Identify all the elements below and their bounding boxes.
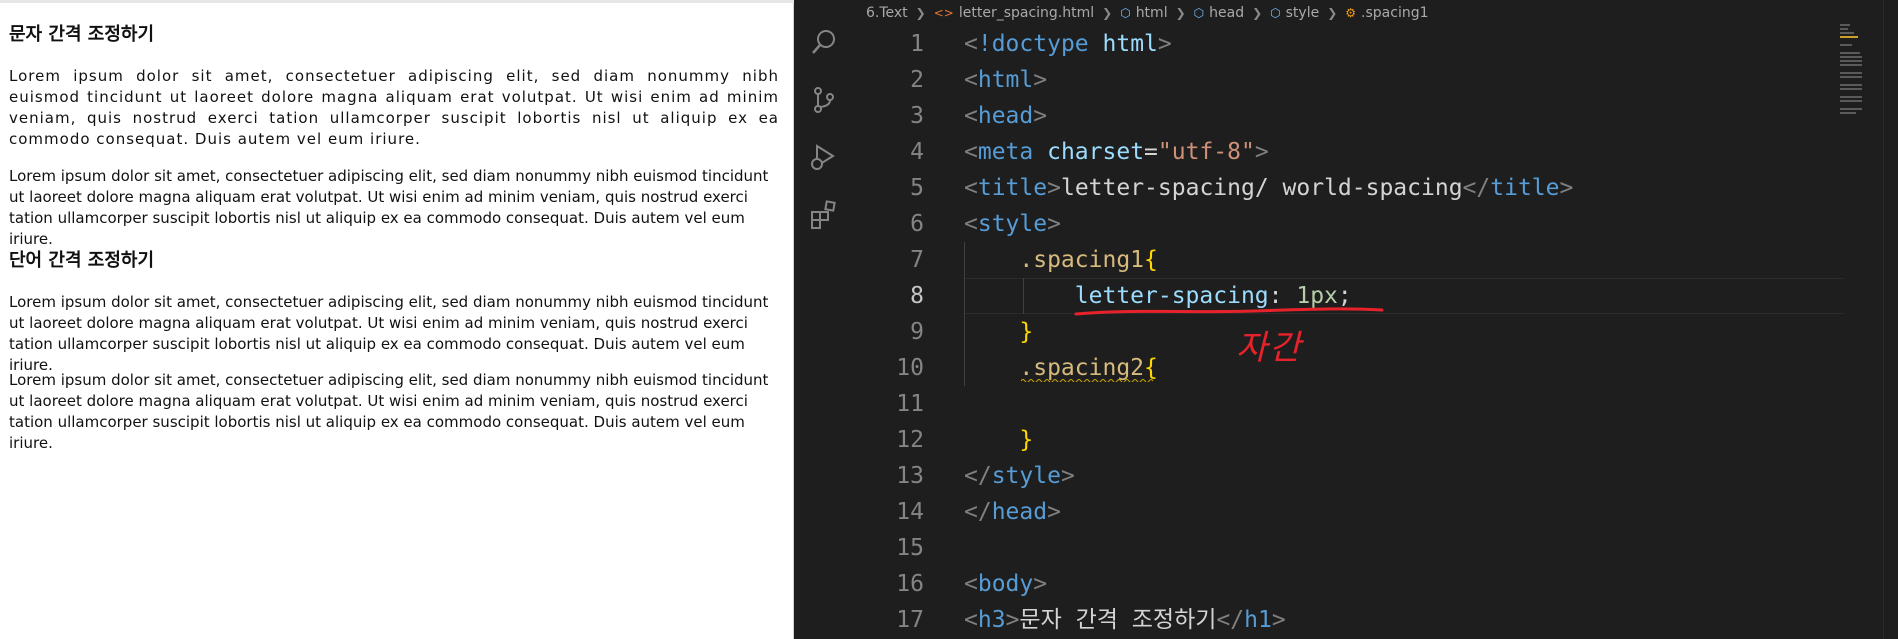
line-number: 10	[896, 355, 924, 381]
line-number: 6	[910, 211, 924, 237]
search-icon[interactable]	[808, 26, 840, 58]
line-number: 3	[910, 103, 924, 129]
line-number: 4	[910, 139, 924, 165]
minimap-line	[1840, 32, 1854, 34]
handwritten-annotation: 자간	[1236, 320, 1320, 370]
code-line-9: }	[1019, 319, 1034, 345]
breadcrumb-file-label: letter_spacing.html	[958, 5, 1095, 21]
minimap-line	[1840, 108, 1862, 110]
breadcrumb-head[interactable]: ⬡ head	[1194, 5, 1244, 21]
red-underline-annotation	[1074, 307, 1384, 316]
preview-top-border	[0, 0, 794, 3]
preview-paragraph-4: Lorem ipsum dolor sit amet, consectetuer…	[9, 371, 769, 452]
code-line-6: <style>	[964, 211, 1061, 237]
code-line-14: </head>	[964, 499, 1061, 525]
breadcrumb-html[interactable]: ⬡ html	[1120, 5, 1167, 21]
chevron-right-icon: ❯	[915, 6, 926, 20]
html-file-icon: <>	[933, 6, 954, 20]
code-line-4: <meta charset="utf-8">	[964, 139, 1269, 165]
line-number: 5	[910, 175, 924, 201]
minimap-line	[1840, 52, 1860, 54]
preview-heading-word-spacing: 단어 간격 조정하기	[9, 250, 155, 271]
line-number: 7	[910, 247, 924, 273]
minimap-line	[1840, 96, 1862, 98]
symbol-element-icon: ⬡	[1120, 6, 1131, 20]
vertical-scrollbar[interactable]	[1883, 0, 1898, 639]
code-line-17: <h3>문자 간격 조정하기</h1>	[964, 607, 1286, 633]
preview-paragraph-3: Lorem ipsum dolor sit amet, consectetuer…	[9, 293, 769, 374]
code-line-7: .spacing1{	[1019, 247, 1158, 273]
minimap-line	[1840, 44, 1852, 46]
warning-squiggle	[1021, 379, 1154, 382]
symbol-element-icon: ⬡	[1193, 6, 1205, 20]
breadcrumb-file[interactable]: <> letter_spacing.html	[934, 5, 1094, 21]
code-line-2: <html>	[964, 67, 1048, 93]
line-number: 9	[910, 319, 924, 345]
minimap-line	[1840, 72, 1862, 74]
minimap[interactable]	[1840, 24, 1862, 134]
minimap-line	[1840, 24, 1850, 26]
minimap-line	[1840, 76, 1862, 78]
minimap-line	[1840, 60, 1862, 62]
annotation-label: 자간	[1236, 328, 1303, 368]
code-line-1: <!doctype html>	[964, 31, 1172, 57]
minimap-line	[1840, 88, 1862, 90]
browser-preview: 문자 간격 조정하기 Lorem ipsum dolor sit amet, c…	[0, 0, 794, 639]
activity-bar	[794, 0, 854, 639]
run-debug-icon[interactable]	[808, 141, 840, 173]
line-number: 12	[896, 427, 924, 453]
preview-paragraph-1: Lorem ipsum dolor sit amet, consectetuer…	[9, 67, 779, 148]
extensions-icon[interactable]	[808, 198, 840, 230]
breadcrumb: 6.Text ❯ <> letter_spacing.html ❯ ⬡ html…	[854, 0, 1898, 26]
breadcrumb-style-label: style	[1285, 5, 1320, 21]
chevron-right-icon: ❯	[1175, 6, 1186, 20]
line-number-active: 8	[910, 283, 924, 309]
code-line-5: <title>letter-spacing/ world-spacing</ti…	[964, 175, 1574, 201]
minimap-line	[1840, 100, 1862, 102]
chevron-right-icon: ❯	[1327, 6, 1338, 20]
breadcrumb-selector[interactable]: ⚙ .spacing1	[1345, 5, 1428, 21]
line-number: 16	[896, 571, 924, 597]
line-number: 2	[910, 67, 924, 93]
line-number: 17	[896, 607, 924, 633]
code-editor: 6.Text ❯ <> letter_spacing.html ❯ ⬡ html…	[794, 0, 1898, 639]
symbol-class-icon: ⚙	[1345, 6, 1357, 20]
code-line-13: </style>	[964, 463, 1075, 489]
minimap-line	[1840, 28, 1848, 30]
breadcrumb-head-label: head	[1209, 5, 1245, 21]
line-number: 1	[910, 31, 924, 57]
line-number: 15	[896, 535, 924, 561]
breadcrumb-selector-label: .spacing1	[1361, 5, 1429, 21]
minimap-line	[1840, 36, 1858, 38]
breadcrumb-html-label: html	[1135, 5, 1168, 21]
preview-paragraph-2: Lorem ipsum dolor sit amet, consectetuer…	[9, 167, 769, 248]
symbol-element-icon: ⬡	[1270, 6, 1281, 20]
code-line-12: }	[1019, 427, 1034, 453]
chevron-right-icon: ❯	[1252, 6, 1263, 20]
minimap-line	[1840, 64, 1862, 66]
line-number: 11	[896, 391, 924, 417]
minimap-line	[1840, 56, 1862, 58]
minimap-line	[1840, 112, 1856, 114]
breadcrumb-style[interactable]: ⬡ style	[1270, 5, 1319, 21]
minimap-line	[1840, 84, 1862, 86]
line-number: 13	[896, 463, 924, 489]
code-line-16: <body>	[964, 571, 1048, 597]
breadcrumb-folder[interactable]: 6.Text	[866, 5, 908, 21]
chevron-right-icon: ❯	[1102, 6, 1113, 20]
code-line-3: <head>	[964, 103, 1048, 129]
source-control-icon[interactable]	[808, 84, 840, 116]
line-number: 14	[896, 499, 924, 525]
preview-heading-letter-spacing: 문자 간격 조정하기	[9, 24, 155, 45]
